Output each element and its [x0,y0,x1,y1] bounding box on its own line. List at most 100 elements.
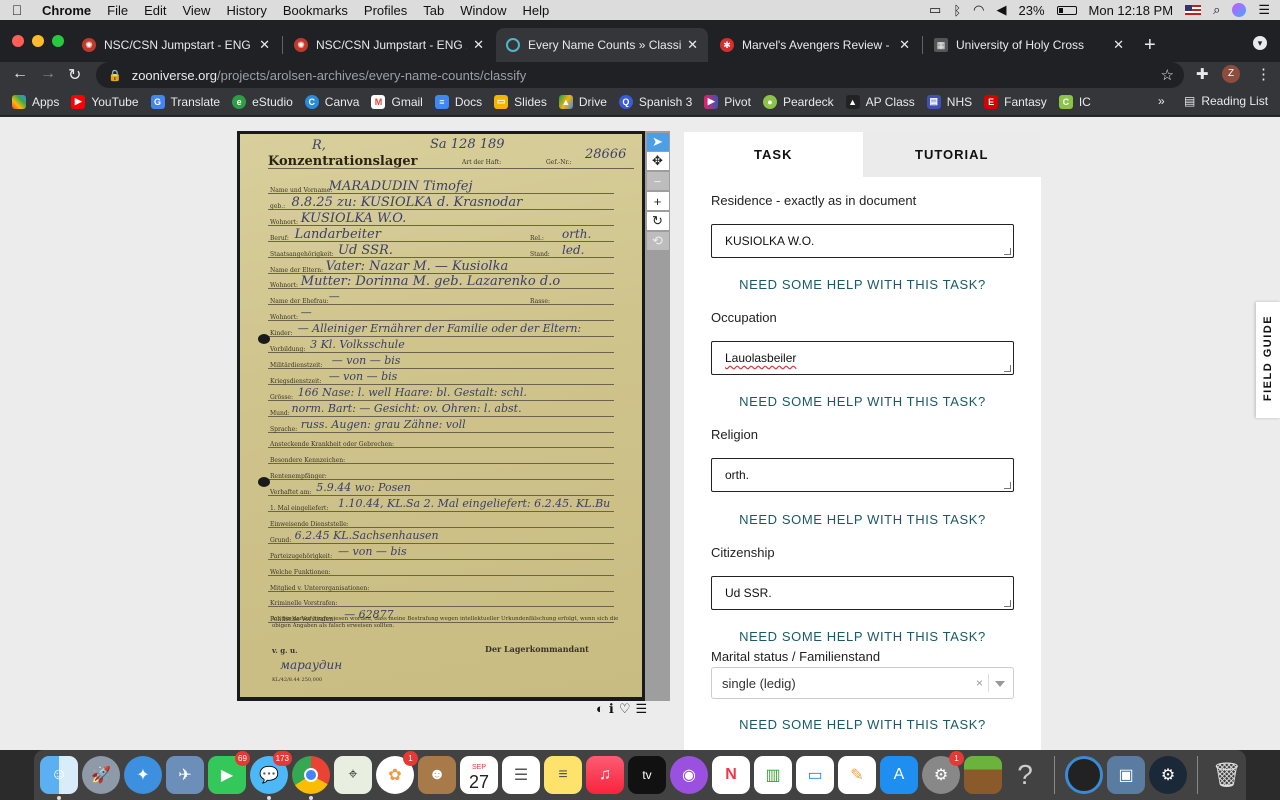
menu-profiles[interactable]: Profiles [356,3,415,18]
reload-icon[interactable]: ↻ [68,65,81,85]
pages-icon[interactable]: ✎ [838,756,876,794]
collections-list-icon[interactable]: ☰ [635,701,647,717]
menu-help[interactable]: Help [515,3,558,18]
bluetooth-icon[interactable]: ᛒ [953,3,961,18]
bookmark-apps[interactable]: Apps [12,94,59,109]
residence-help-link[interactable]: NEED SOME HELP WITH THIS TASK? [711,277,1014,292]
numbers-icon[interactable]: ▥ [754,756,792,794]
finder-icon[interactable]: ☺ [40,756,78,800]
trash-icon[interactable]: 🗑 [1208,756,1246,794]
chrome-menu-icon[interactable]: ⋮ [1256,65,1271,83]
steam-icon[interactable]: ⚙ [1149,756,1187,794]
apple-icon[interactable]:  [0,2,34,18]
tab-every-name-counts[interactable]: Every Name Counts » Classify ✕ [496,28,708,62]
zoom-in-icon[interactable]: + [646,192,669,210]
resize-grip-icon[interactable] [1004,248,1011,255]
field-guide-tab[interactable]: FIELD GUIDE [1256,302,1280,418]
calendar-icon[interactable]: SEP 27 [460,756,498,794]
app-store-icon[interactable]: A [880,756,918,794]
bookmark-ap-class[interactable]: ▲ AP Class [845,94,915,109]
bookmark-gmail[interactable]: M Gmail [371,94,423,109]
bookmark-youtube[interactable]: ▶ YouTube [71,94,139,109]
subject-viewer[interactable]: R, Sa 128 189 Konzentrationslager Art de… [237,131,645,701]
battery-icon[interactable] [1056,5,1077,15]
residence-input[interactable]: KUSIOLKA W.O. [711,224,1014,258]
profile-avatar[interactable]: Z [1222,65,1240,83]
bookmark-nhs[interactable]: ▤ NHS [926,94,972,109]
spotlight-icon[interactable]: ⌕ [1213,2,1220,18]
invert-icon[interactable]: ◐ [596,701,604,717]
new-tab-plus-icon[interactable]: + [1144,34,1156,57]
tab-jumpstart-1[interactable]: ✺ NSC/CSN Jumpstart - ENG 101 ✕ [72,28,280,62]
reset-view-icon[interactable]: ⟲ [646,232,669,250]
tab-search-chevron-icon[interactable]: ▾ [1253,36,1267,50]
occupation-input[interactable]: Lauolasbeiler [711,341,1014,375]
citizenship-input[interactable]: Ud SSR. [711,576,1014,610]
zoom-window-button[interactable] [52,35,64,47]
bookmark-peardeck[interactable]: ● Peardeck [762,94,834,109]
chrome-icon[interactable] [292,756,330,800]
quicktime-icon[interactable] [1065,756,1103,794]
menu-edit[interactable]: Edit [136,3,174,18]
notes-icon[interactable]: ≡ [544,756,582,794]
bookmark-slides[interactable]: ▭ Slides [494,94,547,109]
bookmarks-overflow-icon[interactable]: » [1158,94,1165,108]
siri-icon[interactable] [1232,3,1247,17]
reminders-icon[interactable]: ☰ [502,756,540,794]
favorite-heart-icon[interactable]: ♡ [619,701,631,717]
contacts-icon[interactable]: ☻ [418,756,456,794]
bookmark-pivot[interactable]: ▶ Pivot [704,94,751,109]
resize-grip-icon[interactable] [1004,365,1011,372]
document-image[interactable]: R, Sa 128 189 Konzentrationslager Art de… [240,134,642,697]
volume-icon[interactable]: ◀ [996,2,1006,18]
info-icon[interactable]: ℹ [609,701,614,717]
move-icon[interactable]: ✥ [646,152,669,170]
close-window-button[interactable] [12,35,24,47]
lock-icon[interactable]: 🔒 [108,69,122,82]
tab-close-icon[interactable]: ✕ [687,37,698,53]
podcasts-icon[interactable]: ◉ [670,756,708,794]
tab-holy-cross[interactable]: ▦ University of Holy Cross ✕ [924,28,1134,62]
tab-close-icon[interactable]: ✕ [473,37,484,53]
minimize-window-button[interactable] [32,35,44,47]
bookmark-fantasy[interactable]: E Fantasy [984,94,1047,109]
bookmark-translate[interactable]: G Translate [150,94,220,109]
bookmark-docs[interactable]: ≡ Docs [434,94,482,109]
marital-status-select[interactable]: single (ledig) × [711,667,1014,699]
wifi-icon[interactable]: ◠ [973,2,984,18]
safari-icon[interactable]: ✦ [124,756,162,794]
unknown-app-question-icon[interactable]: ? [1006,756,1044,794]
tab-jumpstart-2[interactable]: ✺ NSC/CSN Jumpstart - ENG 101 ✕ [284,28,494,62]
bookmark-drive[interactable]: ▲ Drive [558,94,607,109]
extensions-puzzle-icon[interactable]: ✚ [1196,65,1209,83]
menu-view[interactable]: View [174,3,218,18]
bookmark-estudio[interactable]: e eStudio [232,94,293,109]
religion-input[interactable]: orth. [711,458,1014,492]
minecraft-icon[interactable] [964,756,1002,794]
zoom-out-icon[interactable]: − [646,172,669,190]
airplay-icon[interactable]: ▭ [929,2,941,18]
preview-icon[interactable]: ✈ [166,756,204,794]
resize-grip-icon[interactable] [1004,600,1011,607]
menu-tab[interactable]: Tab [415,3,452,18]
back-arrow-icon[interactable]: ← [12,65,28,83]
facetime-icon[interactable]: ▶ 69 [208,751,250,794]
menu-bookmarks[interactable]: Bookmarks [275,3,356,18]
citizenship-help-link[interactable]: NEED SOME HELP WITH THIS TASK? [711,629,1014,644]
keynote-icon[interactable]: ▭ [796,756,834,794]
tab-close-icon[interactable]: ✕ [899,37,910,53]
chevron-down-icon[interactable] [995,681,1005,687]
address-bar[interactable]: 🔒 zooniverse.org /projects/arolsen-archi… [96,62,1184,88]
menu-app-name[interactable]: Chrome [34,3,99,18]
tab-close-icon[interactable]: ✕ [1113,37,1124,53]
tab-task[interactable]: TASK [684,132,863,177]
tab-tutorial[interactable]: TUTORIAL [862,132,1041,177]
control-center-icon[interactable]: ☰ [1258,2,1270,18]
menu-window[interactable]: Window [452,3,514,18]
photos-icon[interactable]: ✿ 1 [376,751,418,794]
reading-list-button[interactable]: ▤ Reading List [1184,94,1268,108]
occupation-help-link[interactable]: NEED SOME HELP WITH THIS TASK? [711,394,1014,409]
battery-percent[interactable]: 23% [1018,3,1044,18]
music-icon[interactable]: ♫ [586,756,624,794]
flag-icon[interactable] [1185,5,1202,15]
